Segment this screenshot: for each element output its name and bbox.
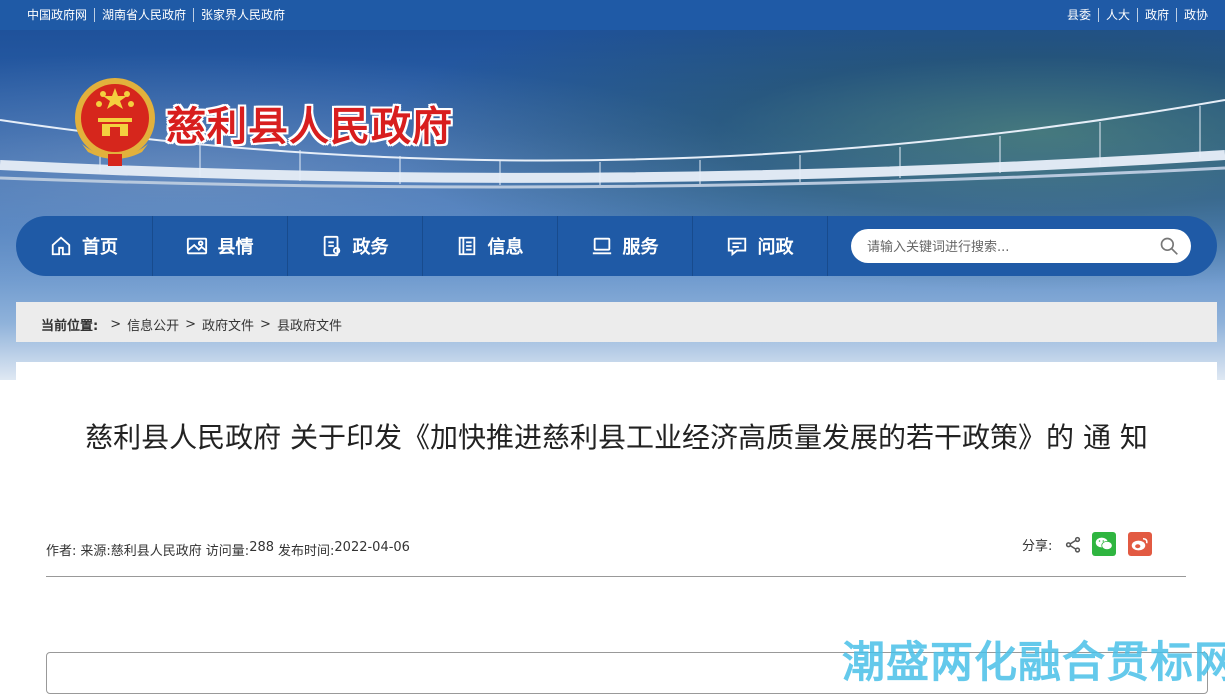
source-label: 来源: <box>80 544 111 559</box>
link-gov-cn[interactable]: 中国政府网 <box>20 8 96 22</box>
author-label: 作者: <box>46 544 77 559</box>
nav-county-info[interactable]: 县情 <box>152 216 288 276</box>
wechat-share-button[interactable] <box>1092 532 1117 556</box>
nav-home-label: 首页 <box>82 237 118 258</box>
nav-inquiry[interactable]: 问政 <box>692 216 828 276</box>
share-icon[interactable] <box>1064 535 1082 553</box>
nav-services[interactable]: 服务 <box>557 216 693 276</box>
link-zhangjiajie-gov[interactable]: 张家界人民政府 <box>194 8 292 22</box>
nav-inquiry-label: 问政 <box>757 237 794 258</box>
link-peoples-congress[interactable]: 人大 <box>1099 8 1138 22</box>
external-links: 中国政府网 湖南省人民政府 张家界人民政府 <box>20 8 292 22</box>
source-value: 慈利县人民政府 <box>110 544 202 559</box>
breadcrumb-item-gov-documents[interactable]: 政府文件 <box>202 315 254 334</box>
link-hunan-gov[interactable]: 湖南省人民政府 <box>95 8 195 22</box>
institution-links: 县委 人大 政府 政协 <box>1060 8 1215 22</box>
nav-government-affairs[interactable]: 政务 <box>287 216 423 276</box>
wechat-icon <box>1096 537 1114 550</box>
link-government[interactable]: 政府 <box>1138 8 1177 22</box>
breadcrumb-item-county-documents[interactable]: 县政府文件 <box>277 315 342 334</box>
laptop-icon <box>592 237 611 255</box>
visits-label: 访问量: <box>205 544 250 559</box>
message-icon <box>727 237 746 257</box>
breadcrumb-label: 当前位置: <box>41 319 99 334</box>
visits-value: 288 <box>249 540 275 555</box>
picture-icon <box>186 237 207 255</box>
meta-divider <box>46 576 1186 577</box>
search-box <box>851 229 1191 263</box>
share-label: 分享: <box>1022 538 1053 554</box>
breadcrumb: 当前位置: > 信息公开 > 政府文件 > 县政府文件 <box>16 302 1217 342</box>
watermark-text: 潮盛两化融合贯标网 <box>842 638 1225 688</box>
link-cppcc[interactable]: 政协 <box>1177 8 1215 22</box>
weibo-icon <box>1132 538 1148 551</box>
article-meta: 作者: 来源: 慈利县人民政府 访问量: 288 发布时间: 2022-04-0… <box>46 540 414 559</box>
home-icon <box>51 236 71 256</box>
main-navigation: 首页 县情 政务 信息 服务 问政 <box>16 216 1217 276</box>
article-title: 慈利县人民政府 关于印发《加快推进慈利县工业经济高质量发展的若干政策》的 通 知 <box>85 421 1148 454</box>
weibo-share-button[interactable] <box>1128 532 1153 556</box>
nav-government-affairs-label: 政务 <box>352 237 389 258</box>
search-icon[interactable] <box>1159 236 1179 256</box>
nav-information[interactable]: 信息 <box>422 216 558 276</box>
nav-home[interactable]: 首页 <box>16 216 153 276</box>
national-emblem-icon[interactable] <box>70 74 160 170</box>
site-title[interactable]: 慈利县人民政府 <box>166 94 453 152</box>
nav-county-info-label: 县情 <box>217 237 254 258</box>
date-label: 发布时间: <box>278 544 335 559</box>
nav-services-label: 服务 <box>622 237 659 258</box>
share-bar: 分享: <box>1022 532 1153 556</box>
nav-information-label: 信息 <box>487 237 524 258</box>
document-icon <box>323 235 340 257</box>
breadcrumb-separator: > <box>185 317 197 332</box>
info-list-icon <box>458 236 475 256</box>
breadcrumb-item-info-disclosure[interactable]: 信息公开 <box>127 315 179 334</box>
breadcrumb-separator: > <box>110 317 122 332</box>
search-input[interactable] <box>865 236 1149 258</box>
date-value: 2022-04-06 <box>334 540 410 555</box>
breadcrumb-separator: > <box>260 317 271 332</box>
link-county-committee[interactable]: 县委 <box>1060 8 1099 22</box>
top-bar: 中国政府网 湖南省人民政府 张家界人民政府 县委 人大 政府 政协 <box>0 0 1225 30</box>
